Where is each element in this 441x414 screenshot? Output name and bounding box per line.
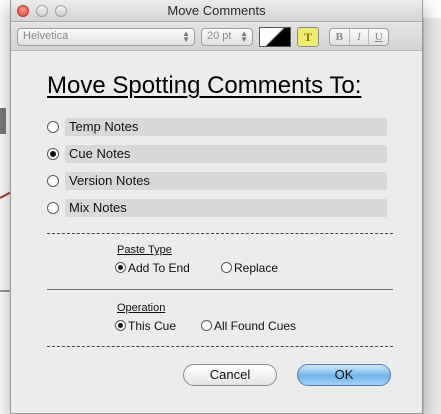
- text-style-group: B I U: [329, 28, 389, 46]
- up-down-arrows-icon: ▲ ▼: [182, 29, 190, 44]
- section-divider: [47, 346, 393, 347]
- title-bar: Move Comments: [11, 0, 422, 22]
- italic-button[interactable]: I: [350, 29, 370, 45]
- radio-button[interactable]: [201, 320, 212, 331]
- font-family-select[interactable]: Helvetica ▲ ▼: [17, 28, 195, 46]
- option-cue-notes[interactable]: Cue Notes: [47, 145, 387, 163]
- operation-this-cue-option[interactable]: This Cue: [115, 319, 176, 333]
- dialog-heading: Move Spotting Comments To:: [47, 72, 362, 99]
- paste-type-label: Paste Type: [117, 244, 172, 256]
- radio-button[interactable]: [221, 262, 232, 273]
- operation-label: Operation: [117, 302, 166, 314]
- section-divider: [47, 289, 393, 290]
- paste-add-to-end-option[interactable]: Add To End: [115, 261, 190, 275]
- option-label: Version Notes: [65, 172, 387, 190]
- cancel-button[interactable]: Cancel: [183, 364, 277, 386]
- option-label: Mix Notes: [65, 199, 387, 217]
- font-size-value: 20 pt: [207, 30, 232, 42]
- paste-replace-label: Replace: [234, 261, 279, 275]
- radio-button[interactable]: [47, 202, 59, 214]
- color-swatch-button[interactable]: [259, 27, 291, 47]
- option-version-notes[interactable]: Version Notes: [47, 172, 387, 190]
- option-mix-notes[interactable]: Mix Notes: [47, 199, 387, 217]
- background-window-edge: [423, 18, 441, 414]
- underline-button[interactable]: U: [369, 29, 388, 45]
- ok-button[interactable]: OK: [297, 364, 391, 386]
- operation-all-found-cues-label: All Found Cues: [214, 319, 297, 333]
- option-label: Temp Notes: [65, 118, 387, 136]
- radio-button[interactable]: [47, 175, 59, 187]
- paste-add-to-end-label: Add To End: [128, 261, 190, 275]
- radio-button[interactable]: [47, 121, 59, 133]
- operation-this-cue-label: This Cue: [128, 319, 177, 333]
- bold-button[interactable]: B: [330, 29, 350, 45]
- radio-button-selected[interactable]: [47, 148, 59, 160]
- background-sidebar-mark: [0, 108, 6, 134]
- section-divider: [47, 233, 393, 234]
- radio-button-selected[interactable]: [115, 262, 126, 273]
- format-toolbar: Helvetica ▲ ▼ 20 pt ▲ ▼ T B I U: [11, 23, 422, 51]
- text-highlight-button[interactable]: T: [297, 27, 319, 47]
- option-temp-notes[interactable]: Temp Notes: [47, 118, 387, 136]
- radio-button-selected[interactable]: [115, 320, 126, 331]
- paste-replace-option[interactable]: Replace: [221, 261, 278, 275]
- font-family-value: Helvetica: [23, 30, 69, 42]
- option-label: Cue Notes: [65, 145, 387, 163]
- up-down-arrows-icon: ▲ ▼: [240, 29, 248, 44]
- window-title: Move Comments: [167, 3, 266, 18]
- font-size-select[interactable]: 20 pt ▲ ▼: [201, 28, 253, 46]
- operation-all-found-cues-option[interactable]: All Found Cues: [201, 319, 296, 333]
- move-comments-dialog: Move Comments Helvetica ▲ ▼ 20 pt ▲ ▼ T B …: [10, 0, 423, 414]
